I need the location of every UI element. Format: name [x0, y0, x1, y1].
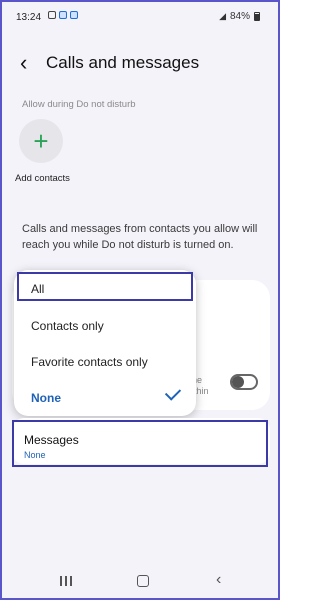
section-label: Allow during Do not disturb: [22, 99, 136, 110]
toggle-switch[interactable]: [230, 374, 258, 390]
screen: 13:24 ◢ 84% ‹ Calls and messages Allow d…: [0, 0, 280, 600]
battery-icon: [254, 12, 260, 21]
app-icon: [70, 11, 78, 19]
status-right: ◢ 84%: [219, 11, 260, 22]
highlight-box: [17, 272, 193, 301]
plus-icon: +: [33, 125, 49, 156]
option-none[interactable]: None: [31, 391, 61, 405]
option-favorite-contacts-only[interactable]: Favorite contacts only: [31, 355, 148, 369]
nav-back-icon[interactable]: ‹: [216, 571, 221, 589]
options-dropdown: All Contacts only Favorite contacts only…: [14, 270, 196, 416]
battery-level: 84%: [229, 11, 250, 22]
add-contacts-label: Add contacts: [15, 173, 70, 184]
gallery-icon: [48, 11, 56, 19]
recent-apps-icon[interactable]: [60, 576, 72, 586]
info-text: Calls and messages from contacts you all…: [22, 223, 258, 251]
option-contacts-only[interactable]: Contacts only: [31, 319, 104, 333]
checkmark-icon: [164, 384, 182, 401]
back-arrow-icon[interactable]: ‹: [20, 52, 27, 74]
messages-value: None: [24, 450, 46, 460]
page-title: Calls and messages: [46, 53, 200, 72]
status-time: 13:24: [16, 12, 42, 23]
status-bar: 13:24 ◢ 84%: [2, 2, 278, 32]
add-contacts-button[interactable]: +: [19, 119, 63, 163]
app-icon: [59, 11, 67, 19]
messages-title: Messages: [24, 433, 79, 447]
home-icon[interactable]: [137, 575, 149, 587]
notification-icons: [48, 11, 78, 19]
navigation-bar: ‹: [2, 568, 278, 598]
signal-icon: ◢: [219, 11, 226, 21]
header: ‹ Calls and messages: [2, 46, 278, 80]
